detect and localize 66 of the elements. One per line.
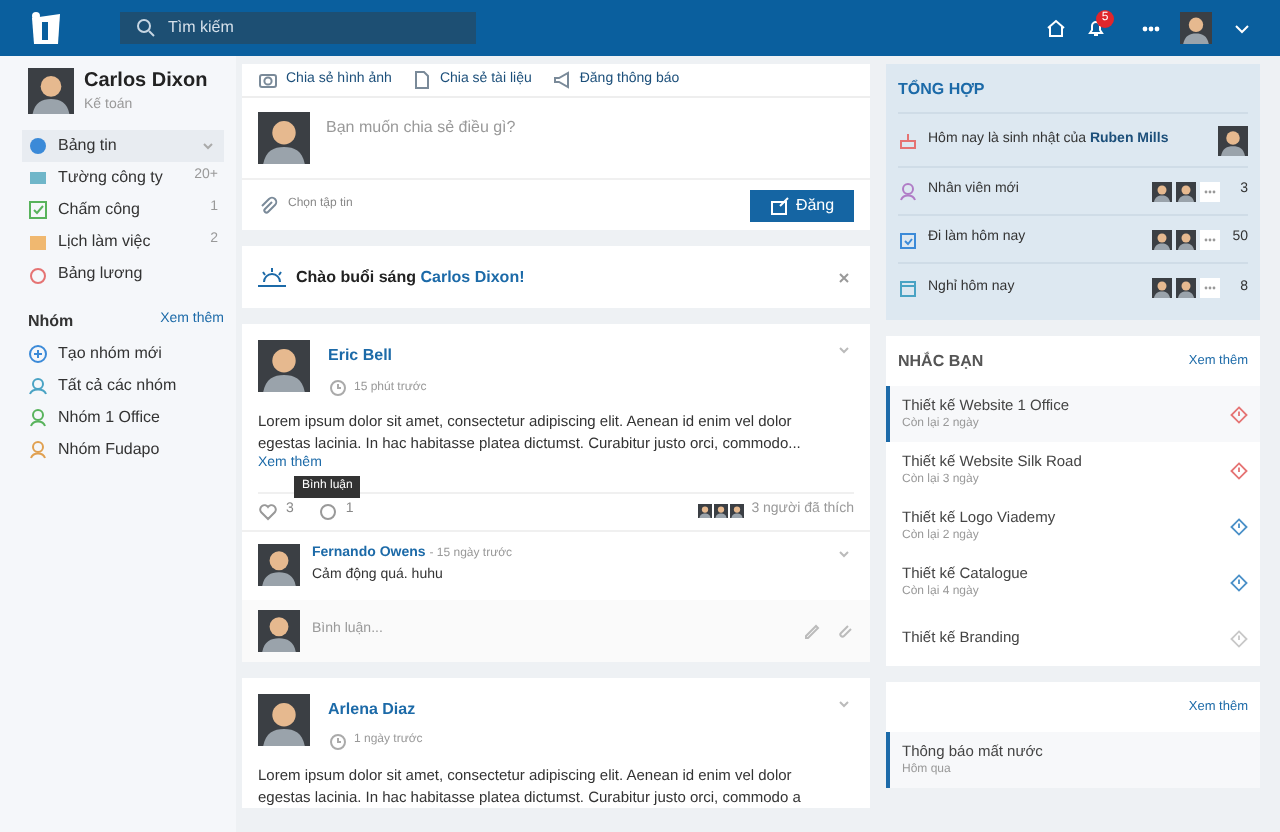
user-avatar <box>1176 181 1196 201</box>
group-item[interactable]: Tạo nhóm mới <box>28 337 224 369</box>
nav-item[interactable]: Bảng tin <box>22 129 224 161</box>
user-avatar <box>258 340 310 392</box>
logo-icon[interactable] <box>28 11 64 45</box>
group-item[interactable]: Nhóm 1 Office <box>28 401 224 433</box>
paperclip-icon <box>834 620 854 640</box>
home-icon <box>1046 18 1066 38</box>
user-avatar <box>1180 12 1212 44</box>
group-label: Nhóm 1 Office <box>58 405 160 429</box>
user-avatar <box>1176 229 1196 249</box>
panel-title: NHẮC BẠN <box>898 349 984 373</box>
document-icon <box>411 70 432 90</box>
user-avatar <box>258 543 300 585</box>
group-label: Tất cả các nhóm <box>58 373 177 397</box>
group-label: Tạo nhóm mới <box>58 341 162 365</box>
user-icon <box>28 407 48 427</box>
sunrise-icon <box>258 266 286 288</box>
close-icon <box>834 267 854 287</box>
post-author[interactable]: Arlena Diaz <box>328 697 423 721</box>
user-avatar <box>1152 278 1172 298</box>
user-icon <box>898 181 918 201</box>
section-title: Nhóm <box>28 309 74 333</box>
user-avatar <box>258 112 310 164</box>
nav-label: Bảng tin <box>58 133 117 157</box>
user-avatar <box>1152 181 1172 201</box>
nav-label: Lịch làm việc <box>58 229 151 253</box>
share-icon <box>769 195 790 215</box>
megaphone-icon <box>551 70 572 90</box>
group-item[interactable]: Nhóm Fudapo <box>28 433 224 465</box>
group-label: Nhóm Fudapo <box>58 437 160 461</box>
user-icon <box>28 439 48 459</box>
user-avatar <box>1152 229 1172 249</box>
search-input[interactable]: Tìm kiếm <box>168 16 460 40</box>
more-icon[interactable] <box>1200 229 1220 249</box>
clock-icon <box>328 731 348 751</box>
nav-item[interactable]: Bảng lương <box>22 257 224 289</box>
post-author[interactable]: Eric Bell <box>328 344 427 368</box>
group-item[interactable]: Tất cả các nhóm <box>28 369 224 401</box>
nav-label: Bảng lương <box>58 261 143 285</box>
pen-icon <box>802 620 822 640</box>
greeting-text: Chào buổi sáng Carlos Dixon! <box>296 265 525 289</box>
user-avatar <box>258 693 310 745</box>
more-icon[interactable] <box>1200 181 1220 201</box>
paperclip-icon <box>258 195 278 215</box>
profile-name: Carlos Dixon <box>84 68 208 96</box>
plus-circle-icon <box>28 343 48 363</box>
heart-icon <box>258 501 278 521</box>
checkbox-icon <box>28 199 48 219</box>
user-avatar <box>1176 278 1196 298</box>
nav-label: Chấm công <box>58 197 140 221</box>
panel-title: TỔNG HỢP <box>898 64 1248 114</box>
user-avatar <box>28 68 74 115</box>
user-avatar <box>1218 125 1248 155</box>
post-button[interactable]: Đăng <box>750 189 854 221</box>
nav-label: Tường công ty <box>58 165 163 189</box>
user-avatar <box>258 609 300 651</box>
post-input[interactable]: Bạn muốn chia sẻ điều gì? <box>326 116 854 140</box>
camera-icon <box>258 70 278 90</box>
clock-icon <box>328 378 348 398</box>
people-icon <box>28 375 48 395</box>
search-field[interactable]: Tìm kiếm <box>120 12 476 44</box>
more-icon[interactable] <box>1142 25 1160 31</box>
bell-icon <box>1086 18 1106 38</box>
search-icon <box>136 18 156 38</box>
more-icon[interactable] <box>1200 278 1220 298</box>
